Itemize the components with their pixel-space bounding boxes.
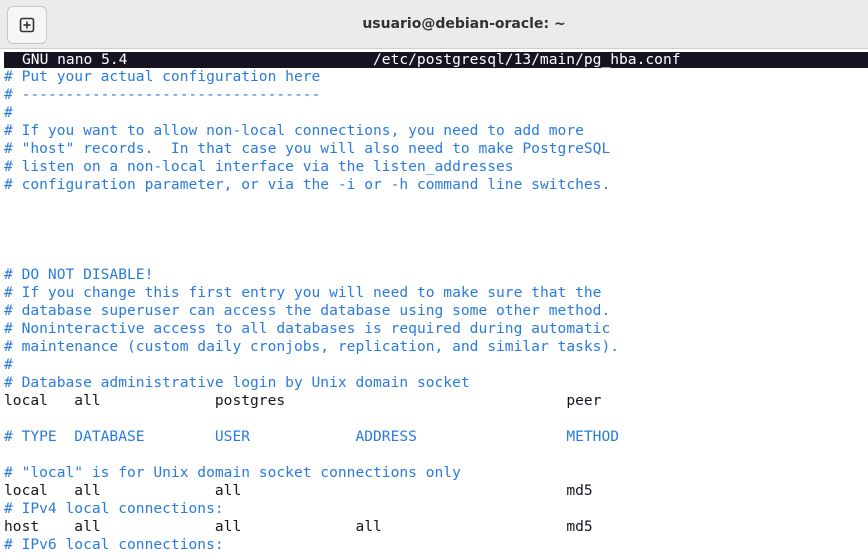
comment-line[interactable]: # "host" records. In that case you will … [4,140,619,158]
comment-line[interactable]: # database superuser can access the data… [4,302,619,320]
comment-line[interactable]: # "local" is for Unix domain socket conn… [4,464,619,482]
config-line[interactable]: host all all all md5 [4,518,619,536]
nano-file-path: /etc/postgresql/13/main/pg_hba.conf [373,51,681,68]
comment-line[interactable]: # maintenance (custom daily cronjobs, re… [4,338,619,356]
config-line[interactable]: local all postgres peer [4,392,619,410]
comment-line[interactable]: # Noninteractive access to all databases… [4,320,619,338]
blank-line[interactable] [4,410,619,428]
window-title: usuario@debian-oracle: ~ [362,16,566,32]
comment-line[interactable]: # [4,356,619,374]
terminal-area[interactable]: GNU nano 5.4 /etc/postgresql/13/main/pg_… [0,49,868,555]
comment-line[interactable]: # IPv4 local connections: [4,500,619,518]
file-content[interactable]: # Put your actual configuration here # --… [4,68,619,554]
blank-line[interactable] [4,194,619,212]
comment-line[interactable]: # Database administrative login by Unix … [4,374,619,392]
blank-line[interactable] [4,446,619,464]
blank-line[interactable] [4,248,619,266]
comment-line[interactable]: # TYPE DATABASE USER ADDRESS METHOD [4,428,619,446]
comment-line[interactable]: # DO NOT DISABLE! [4,266,619,284]
comment-line[interactable]: # ---------------------------------- [4,86,619,104]
comment-line[interactable]: # If you change this first entry you wil… [4,284,619,302]
nano-status-bar: GNU nano 5.4 /etc/postgresql/13/main/pg_… [4,52,868,68]
comment-line[interactable]: # If you want to allow non-local connect… [4,122,619,140]
comment-line[interactable]: # listen on a non-local interface via th… [4,158,619,176]
comment-line[interactable]: # [4,104,619,122]
nano-version: GNU nano 5.4 [22,51,128,68]
comment-line[interactable]: # IPv6 local connections: [4,536,619,554]
comment-line[interactable]: # Put your actual configuration here [4,68,619,86]
window-titlebar: usuario@debian-oracle: ~ [0,0,868,49]
config-line[interactable]: local all all md5 [4,482,619,500]
blank-line[interactable] [4,212,619,230]
blank-line[interactable] [4,230,619,248]
comment-line[interactable]: # configuration parameter, or via the -i… [4,176,619,194]
